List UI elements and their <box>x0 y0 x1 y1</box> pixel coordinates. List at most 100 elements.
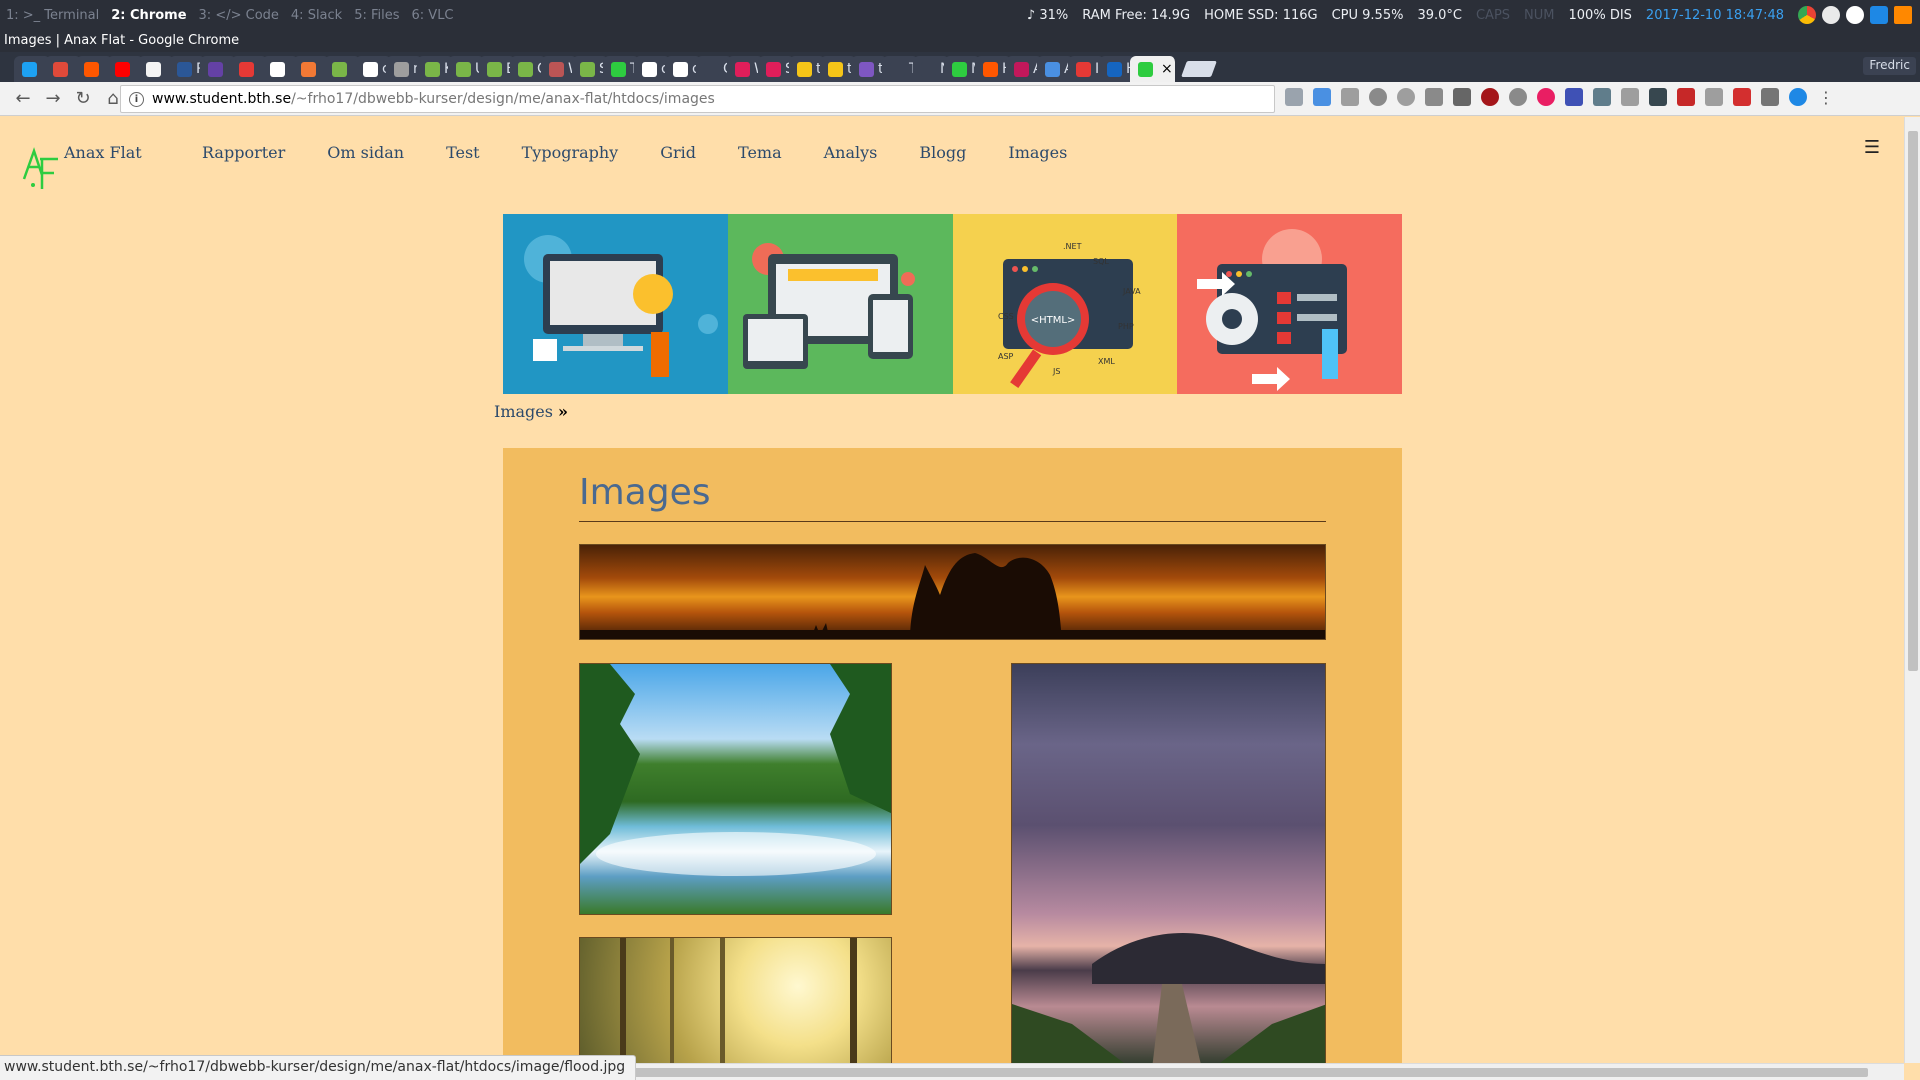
tab-favicon-icon <box>518 61 533 77</box>
network-tray-icon[interactable] <box>1870 6 1888 24</box>
workspace-item[interactable]: 2: Chrome <box>111 8 186 23</box>
system-tray[interactable] <box>1798 6 1912 24</box>
main-content: Images <box>503 448 1402 1063</box>
chrome-tray-icon[interactable] <box>1798 6 1816 24</box>
nav-link[interactable]: Typography <box>522 143 619 162</box>
workspace-item[interactable]: 3: </> Code <box>199 8 279 23</box>
nav-link[interactable]: Om sidan <box>327 143 404 162</box>
extension-icon[interactable] <box>1705 88 1723 106</box>
disk-indicator: HOME SSD: 116G <box>1204 7 1318 23</box>
i3-status-bar: 1: >_ Terminal 2: Chrome 3: </> Code 4: Sla… <box>0 0 1920 30</box>
url-host: www.student.bth.se <box>152 91 292 107</box>
tab-favicon-icon <box>921 61 936 77</box>
nav-link[interactable]: Blogg <box>919 143 966 162</box>
profile-button[interactable]: Fredric <box>1863 57 1916 75</box>
reload-icon[interactable]: ↻ <box>68 84 98 114</box>
site-info-icon[interactable]: i <box>129 91 144 107</box>
new-tab-button[interactable] <box>1181 61 1217 77</box>
address-bar[interactable]: i www.student.bth.se/~frho17/dbwebb-kurs… <box>120 85 1275 113</box>
breadcrumb: Images » <box>494 402 568 421</box>
nav-link[interactable]: Tema <box>738 143 782 162</box>
window-title: Images | Anax Flat - Google Chrome <box>0 30 1920 52</box>
page-viewport: Anax Flat Rapporter Om sidan Test Typograph… <box>0 117 1904 1063</box>
extension-icon[interactable] <box>1509 88 1527 106</box>
extension-icon[interactable] <box>1733 88 1751 106</box>
tab-strip[interactable]: RchmKrUtByClWSlTeososOrWSlticticticTiNew… <box>0 52 1920 82</box>
breadcrumb-link-images[interactable]: Images <box>494 402 553 421</box>
river-forest-image[interactable] <box>579 663 892 915</box>
tab-favicon-icon <box>84 61 99 77</box>
extension-icon[interactable] <box>1285 88 1303 106</box>
nav-link[interactable]: Grid <box>660 143 696 162</box>
sunset-banner-image[interactable] <box>579 544 1326 640</box>
breadcrumb-separator: » <box>558 402 569 421</box>
tab-favicon-icon <box>1014 61 1029 77</box>
nav-link[interactable]: Rapporter <box>202 143 285 162</box>
site-logo[interactable] <box>20 145 60 191</box>
tab-favicon-icon <box>580 61 595 77</box>
tab-favicon-icon <box>859 61 874 77</box>
pen-icon[interactable] <box>1425 88 1443 106</box>
workspace-item[interactable]: 6: VLC <box>412 8 454 23</box>
extension-icon[interactable] <box>1677 88 1695 106</box>
slack-tray-icon[interactable] <box>1846 6 1864 24</box>
tab-favicon-icon <box>146 61 161 77</box>
tab-favicon-icon <box>735 61 750 77</box>
tab-favicon-icon <box>704 61 719 77</box>
browser-tab[interactable]: × <box>1130 56 1176 82</box>
tab-favicon-icon <box>642 61 657 77</box>
dropbox-tray-icon[interactable] <box>1822 6 1840 24</box>
pocket-icon[interactable] <box>1369 88 1387 106</box>
tab-favicon-icon <box>239 61 254 77</box>
svg-text:JAVA: JAVA <box>1122 287 1141 296</box>
extension-icon[interactable] <box>1565 88 1583 106</box>
tab-favicon-icon <box>983 61 998 77</box>
vlc-tray-icon[interactable] <box>1894 6 1912 24</box>
vertical-scrollbar[interactable] <box>1904 117 1920 1063</box>
function-icon[interactable] <box>1453 88 1471 106</box>
extension-icon[interactable] <box>1537 88 1555 106</box>
title-divider <box>579 521 1326 522</box>
pier-sunset-image[interactable] <box>1011 663 1326 1063</box>
nav-link[interactable]: Images <box>1008 143 1067 162</box>
workspace-item[interactable]: 5: Files <box>354 8 399 23</box>
tab-favicon-icon <box>1076 61 1091 77</box>
ublock-icon[interactable] <box>1481 88 1499 106</box>
system-stats: ♪ 31% RAM Free: 14.9G HOME SSD: 116G CPU… <box>1027 0 1912 30</box>
nav-link[interactable]: Test <box>446 143 480 162</box>
tab-favicon-icon <box>890 61 905 77</box>
banner-panel-web-design <box>503 214 728 394</box>
browser-toolbar: ← → ↻ ⌂ i www.student.bth.se/~frho17/dbw… <box>0 82 1920 116</box>
extension-icon[interactable] <box>1789 88 1807 106</box>
tab-favicon-icon <box>394 61 409 77</box>
sunlit-forest-image[interactable] <box>579 937 892 1063</box>
bookmark-star-icon[interactable] <box>1313 88 1331 106</box>
nav-link[interactable]: Analys <box>824 143 878 162</box>
extension-icon[interactable] <box>1621 88 1639 106</box>
cpu-indicator: CPU 9.55% <box>1331 7 1404 23</box>
hamburger-menu-icon[interactable]: ☰ <box>1864 137 1880 158</box>
caps-indicator: CAPS <box>1475 7 1511 23</box>
extension-icons[interactable]: ⋮ <box>1285 88 1835 107</box>
workspace-list[interactable]: 1: >_ Terminal 2: Chrome 3: </> Code 4: Sla… <box>0 8 454 23</box>
datetime: 2017-12-10 18:47:48 <box>1645 7 1784 23</box>
back-icon[interactable]: ← <box>8 84 38 114</box>
tab-favicon-icon <box>270 61 285 77</box>
extension-icon[interactable] <box>1649 88 1667 106</box>
workspace-item[interactable]: 4: Slack <box>291 8 342 23</box>
tab-close-icon[interactable]: × <box>1161 61 1173 77</box>
svg-text:.NET: .NET <box>1063 242 1082 251</box>
scrollbar-thumb[interactable] <box>1908 131 1918 671</box>
tab-favicon-icon <box>363 61 378 77</box>
menu-dots-icon[interactable]: ⋮ <box>1817 88 1835 107</box>
tab-favicon-icon <box>1138 61 1153 77</box>
extension-icon[interactable] <box>1397 88 1415 106</box>
tab-favicon-icon <box>456 61 471 77</box>
workspace-item[interactable]: 1: >_ Terminal <box>6 8 99 23</box>
mail-icon[interactable] <box>1341 88 1359 106</box>
extension-icon[interactable] <box>1761 88 1779 106</box>
extension-icon[interactable] <box>1593 88 1611 106</box>
forward-icon[interactable]: → <box>38 84 68 114</box>
tab-favicon-icon <box>797 61 812 77</box>
site-title[interactable]: Anax Flat <box>64 143 142 162</box>
